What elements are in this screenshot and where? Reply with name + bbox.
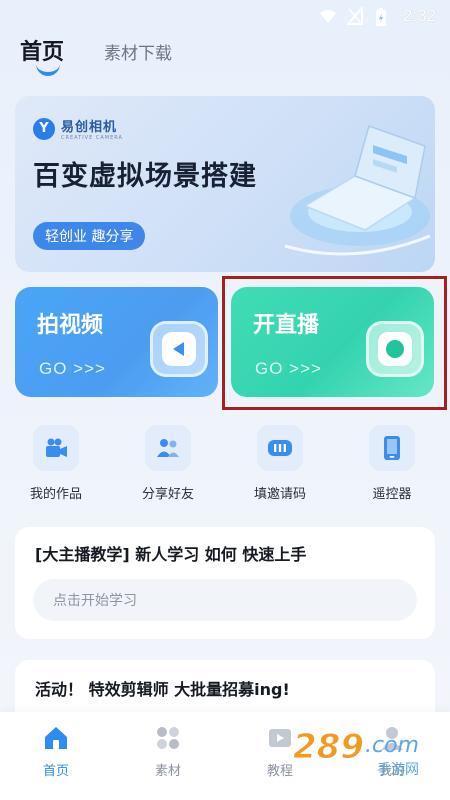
invite-code-icon <box>257 425 303 471</box>
tab-home-label: 首页 <box>20 40 65 65</box>
top-tabs: 首页 素材下载 <box>20 34 172 76</box>
status-bar: 2:32 <box>0 0 450 32</box>
svg-text:手游网: 手游网 <box>377 762 419 778</box>
brand-subtitle: CREATIVE CAMERA <box>61 135 123 141</box>
nav-home[interactable]: 首页 <box>0 724 112 779</box>
quick-remote-label: 遥控器 <box>372 487 412 502</box>
play-triangle-icon <box>150 321 208 377</box>
shoot-video-title: 拍视频 <box>37 313 104 338</box>
brand-name: 易创相机 <box>61 120 118 135</box>
activity-card-title: 活动！ 特效剪辑师 大批量招募ing! <box>35 680 290 699</box>
home-icon <box>42 724 70 752</box>
nav-material-label: 素材 <box>154 764 181 779</box>
svg-text:289: 289 <box>293 727 364 767</box>
highlight-annotation <box>222 276 447 410</box>
people-icon <box>145 425 191 471</box>
site-watermark-logo: 289 .com 手游网 <box>293 727 420 779</box>
wifi-icon <box>319 7 337 25</box>
remote-phone-icon <box>369 425 415 471</box>
quick-invite-code[interactable]: 填邀请码 <box>224 425 336 502</box>
quick-share-friends-label: 分享好友 <box>141 487 194 502</box>
status-time: 2:32 <box>402 6 436 25</box>
signal-icon <box>345 5 365 25</box>
tutorial-card-title: [大主播教学] 新人学习 如何 快速上手 <box>35 545 307 564</box>
quick-remote[interactable]: 遥控器 <box>336 425 448 502</box>
quick-my-works[interactable]: 我的作品 <box>0 425 112 502</box>
brand-logo-icon: Y <box>33 117 55 140</box>
start-learning-button[interactable]: 点击开始学习 <box>33 579 417 621</box>
banner-slogan-pill: 轻创业 趣分享 <box>33 222 146 250</box>
quick-invite-code-label: 填邀请码 <box>253 487 306 502</box>
brand: Y 易创相机 CREATIVE CAMERA <box>33 116 123 141</box>
svg-text:.com: .com <box>365 733 419 758</box>
banner-title: 百变虚拟场景搭建 <box>33 161 257 192</box>
tutorial-card: [大主播教学] 新人学习 如何 快速上手 点击开始学习 <box>15 527 435 639</box>
shoot-video-go: GO >>> <box>39 359 106 378</box>
grid-icon <box>154 724 182 752</box>
tab-material-download[interactable]: 素材下载 <box>104 39 172 64</box>
start-learning-text: 点击开始学习 <box>53 593 137 609</box>
nav-home-label: 首页 <box>42 764 69 779</box>
shoot-video-card[interactable]: 拍视频 GO >>> <box>15 287 218 397</box>
quick-my-works-label: 我的作品 <box>29 487 82 502</box>
nav-material[interactable]: 素材 <box>112 724 224 779</box>
banner-laptop-illustration <box>284 125 431 256</box>
active-tab-indicator <box>36 64 60 76</box>
quick-share-friends[interactable]: 分享好友 <box>112 425 224 502</box>
battery-charging-icon <box>375 7 393 26</box>
video-camera-icon <box>33 425 79 471</box>
tab-home[interactable]: 首页 <box>20 34 65 76</box>
promo-banner[interactable]: Y 易创相机 CREATIVE CAMERA 百变虚拟场景搭建 轻创业 趣分享 <box>15 96 435 272</box>
